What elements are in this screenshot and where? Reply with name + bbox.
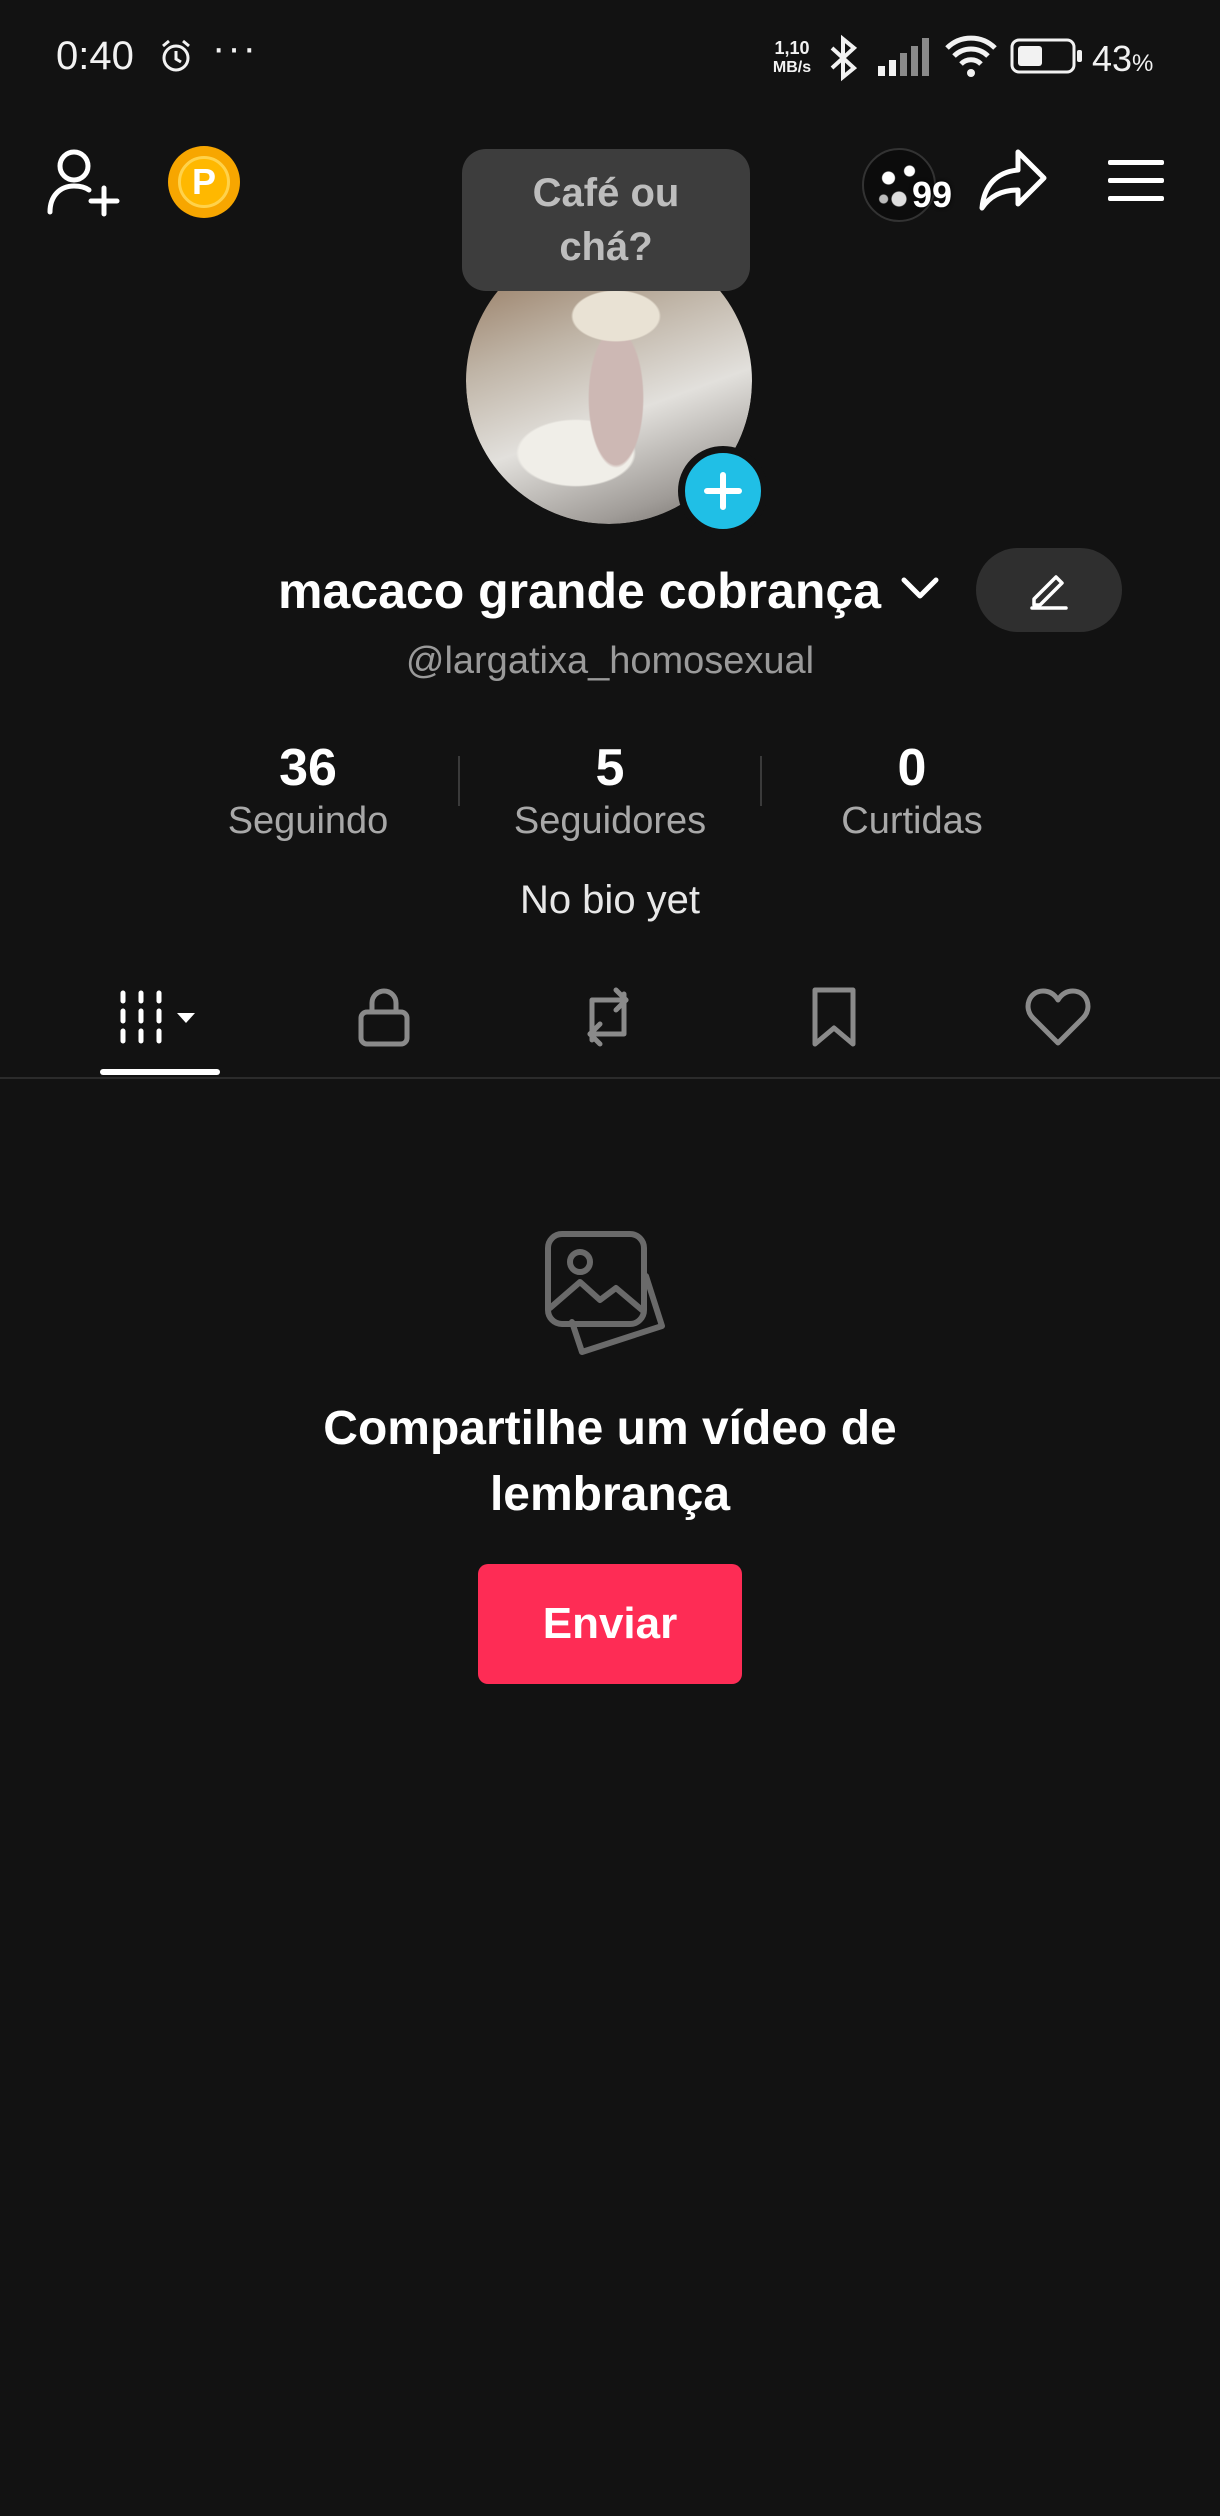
coins-button[interactable]: P <box>168 146 240 218</box>
tab-private[interactable] <box>324 972 444 1062</box>
username: @largatixa_homosexual <box>405 640 815 682</box>
tab-reposts[interactable] <box>548 972 668 1062</box>
pencil-icon <box>1030 575 1068 610</box>
stat-label: Curtidas <box>841 800 983 842</box>
notification-count: 99 <box>912 174 953 215</box>
tab-videos[interactable] <box>100 972 220 1062</box>
active-tab-indicator <box>100 1069 220 1075</box>
plus-icon <box>704 472 742 510</box>
add-friend-button[interactable] <box>46 148 122 223</box>
stat-following[interactable]: 36 Seguindo <box>158 738 458 844</box>
person-add-icon <box>47 149 120 217</box>
chevron-down-icon[interactable] <box>900 574 940 607</box>
empty-state-title: Compartilhe um vídeo de lembrança <box>323 1402 897 1521</box>
lock-icon <box>358 988 410 1047</box>
network-speed: 1,10 MB/s <box>764 38 820 78</box>
signal-icon <box>878 38 930 81</box>
stat-likes[interactable]: 0 Curtidas <box>762 738 1062 844</box>
bluetooth-icon <box>826 34 862 87</box>
videos-grid-icon <box>120 990 195 1044</box>
alarm-icon <box>158 38 194 79</box>
battery-percent-sign: % <box>1132 50 1154 77</box>
heart-icon <box>1025 988 1091 1046</box>
bookmark-icon <box>812 987 856 1047</box>
display-name[interactable]: macaco grande cobrança <box>278 562 881 620</box>
repost-icon <box>587 987 629 1047</box>
bio[interactable]: No bio yet <box>0 878 1220 923</box>
tab-liked[interactable] <box>998 972 1118 1062</box>
coin-icon: P <box>178 156 230 208</box>
share-icon <box>979 149 1047 211</box>
menu-icon <box>1108 160 1164 201</box>
battery-percent-value: 43 <box>1092 38 1133 79</box>
battery-percent: 43% <box>1092 38 1153 80</box>
stat-followers[interactable]: 5 Seguidores <box>460 738 760 844</box>
tab-favorites[interactable] <box>774 972 894 1062</box>
share-button[interactable] <box>978 146 1050 219</box>
tooltip-text: Café ou chá? <box>532 171 680 269</box>
network-speed-value: 1,10 <box>774 38 810 58</box>
upload-button[interactable]: Enviar <box>478 1564 742 1684</box>
status-time: 0:40 <box>56 34 134 78</box>
stat-value: 0 <box>897 739 927 797</box>
add-avatar-button[interactable] <box>678 446 768 536</box>
stat-value: 36 <box>279 739 337 797</box>
stat-label: Seguindo <box>227 800 389 842</box>
wifi-icon <box>944 34 998 83</box>
menu-button[interactable] <box>1106 158 1166 209</box>
notifications-button[interactable]: 99 <box>858 144 958 222</box>
edit-profile-button[interactable] <box>976 548 1122 632</box>
status-more-icon: ··· <box>212 26 258 70</box>
stat-label: Seguidores <box>513 800 707 842</box>
photos-icon <box>542 1228 678 1369</box>
network-speed-unit: MB/s <box>772 59 812 76</box>
battery-icon <box>1010 38 1084 79</box>
tabs-divider <box>0 1077 1220 1079</box>
stat-value: 5 <box>595 739 625 797</box>
tooltip: Café ou chá? <box>462 149 750 291</box>
